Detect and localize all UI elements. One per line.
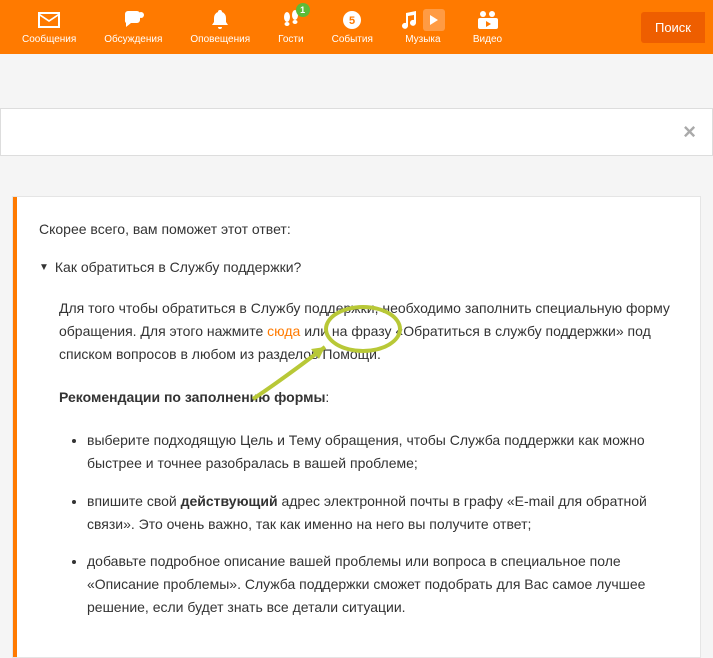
video-icon — [477, 10, 499, 30]
envelope-icon — [38, 10, 60, 30]
events-icon: 5 — [342, 10, 362, 30]
music-icon — [401, 10, 445, 30]
play-button[interactable] — [423, 9, 445, 31]
nav-music[interactable]: Музыка — [401, 0, 445, 54]
nav-guests[interactable]: 1 Гости — [278, 0, 303, 54]
close-icon[interactable]: × — [683, 119, 696, 145]
nav-notifications[interactable]: Оповещения — [190, 0, 250, 54]
nav-label: Сообщения — [22, 34, 76, 45]
nav-messages[interactable]: Сообщения — [22, 0, 76, 54]
nav-video[interactable]: Видео — [473, 0, 502, 54]
nav-label: События — [332, 34, 373, 45]
nav-discussions[interactable]: Обсуждения — [104, 0, 162, 54]
nav-label: Музыка — [405, 34, 440, 45]
list-item: впишите свой действующий адрес электронн… — [87, 490, 674, 536]
list-item: выберите подходящую Цель и Тему обращени… — [87, 429, 674, 475]
nav-label: Гости — [278, 34, 303, 45]
badge: 1 — [296, 3, 310, 17]
answer-body: Для того чтобы обратиться в Службу подде… — [39, 297, 674, 619]
question-text: Как обратиться в Службу поддержки? — [55, 259, 301, 275]
list-item: добавьте подробное описание вашей пробле… — [87, 550, 674, 619]
suggest-text: Скорее всего, вам поможет этот ответ: — [39, 221, 674, 237]
question-title[interactable]: ▼ Как обратиться в Службу поддержки? — [39, 259, 674, 275]
search-bar[interactable]: × — [0, 108, 713, 156]
chat-icon — [122, 10, 144, 30]
bell-icon — [211, 10, 229, 30]
help-card: Скорее всего, вам поможет этот ответ: ▼ … — [12, 196, 701, 658]
nav-label: Видео — [473, 34, 502, 45]
recommendations-title: Рекомендации по заполнению формы: — [59, 386, 674, 409]
accent-bar — [13, 197, 17, 657]
answer-paragraph-1: Для того чтобы обратиться в Службу подде… — [59, 297, 674, 366]
search-button[interactable]: Поиск — [641, 12, 705, 43]
recommendations-list: выберите подходящую Цель и Тему обращени… — [59, 429, 674, 619]
top-navigation: Сообщения Обсуждения Оповещения 1 Гости … — [0, 0, 713, 54]
nav-events[interactable]: 5 События — [332, 0, 373, 54]
nav-label: Оповещения — [190, 34, 250, 45]
svg-text:5: 5 — [349, 15, 355, 27]
nav-label: Обсуждения — [104, 34, 162, 45]
triangle-icon: ▼ — [39, 262, 49, 273]
here-link[interactable]: сюда — [267, 323, 300, 339]
